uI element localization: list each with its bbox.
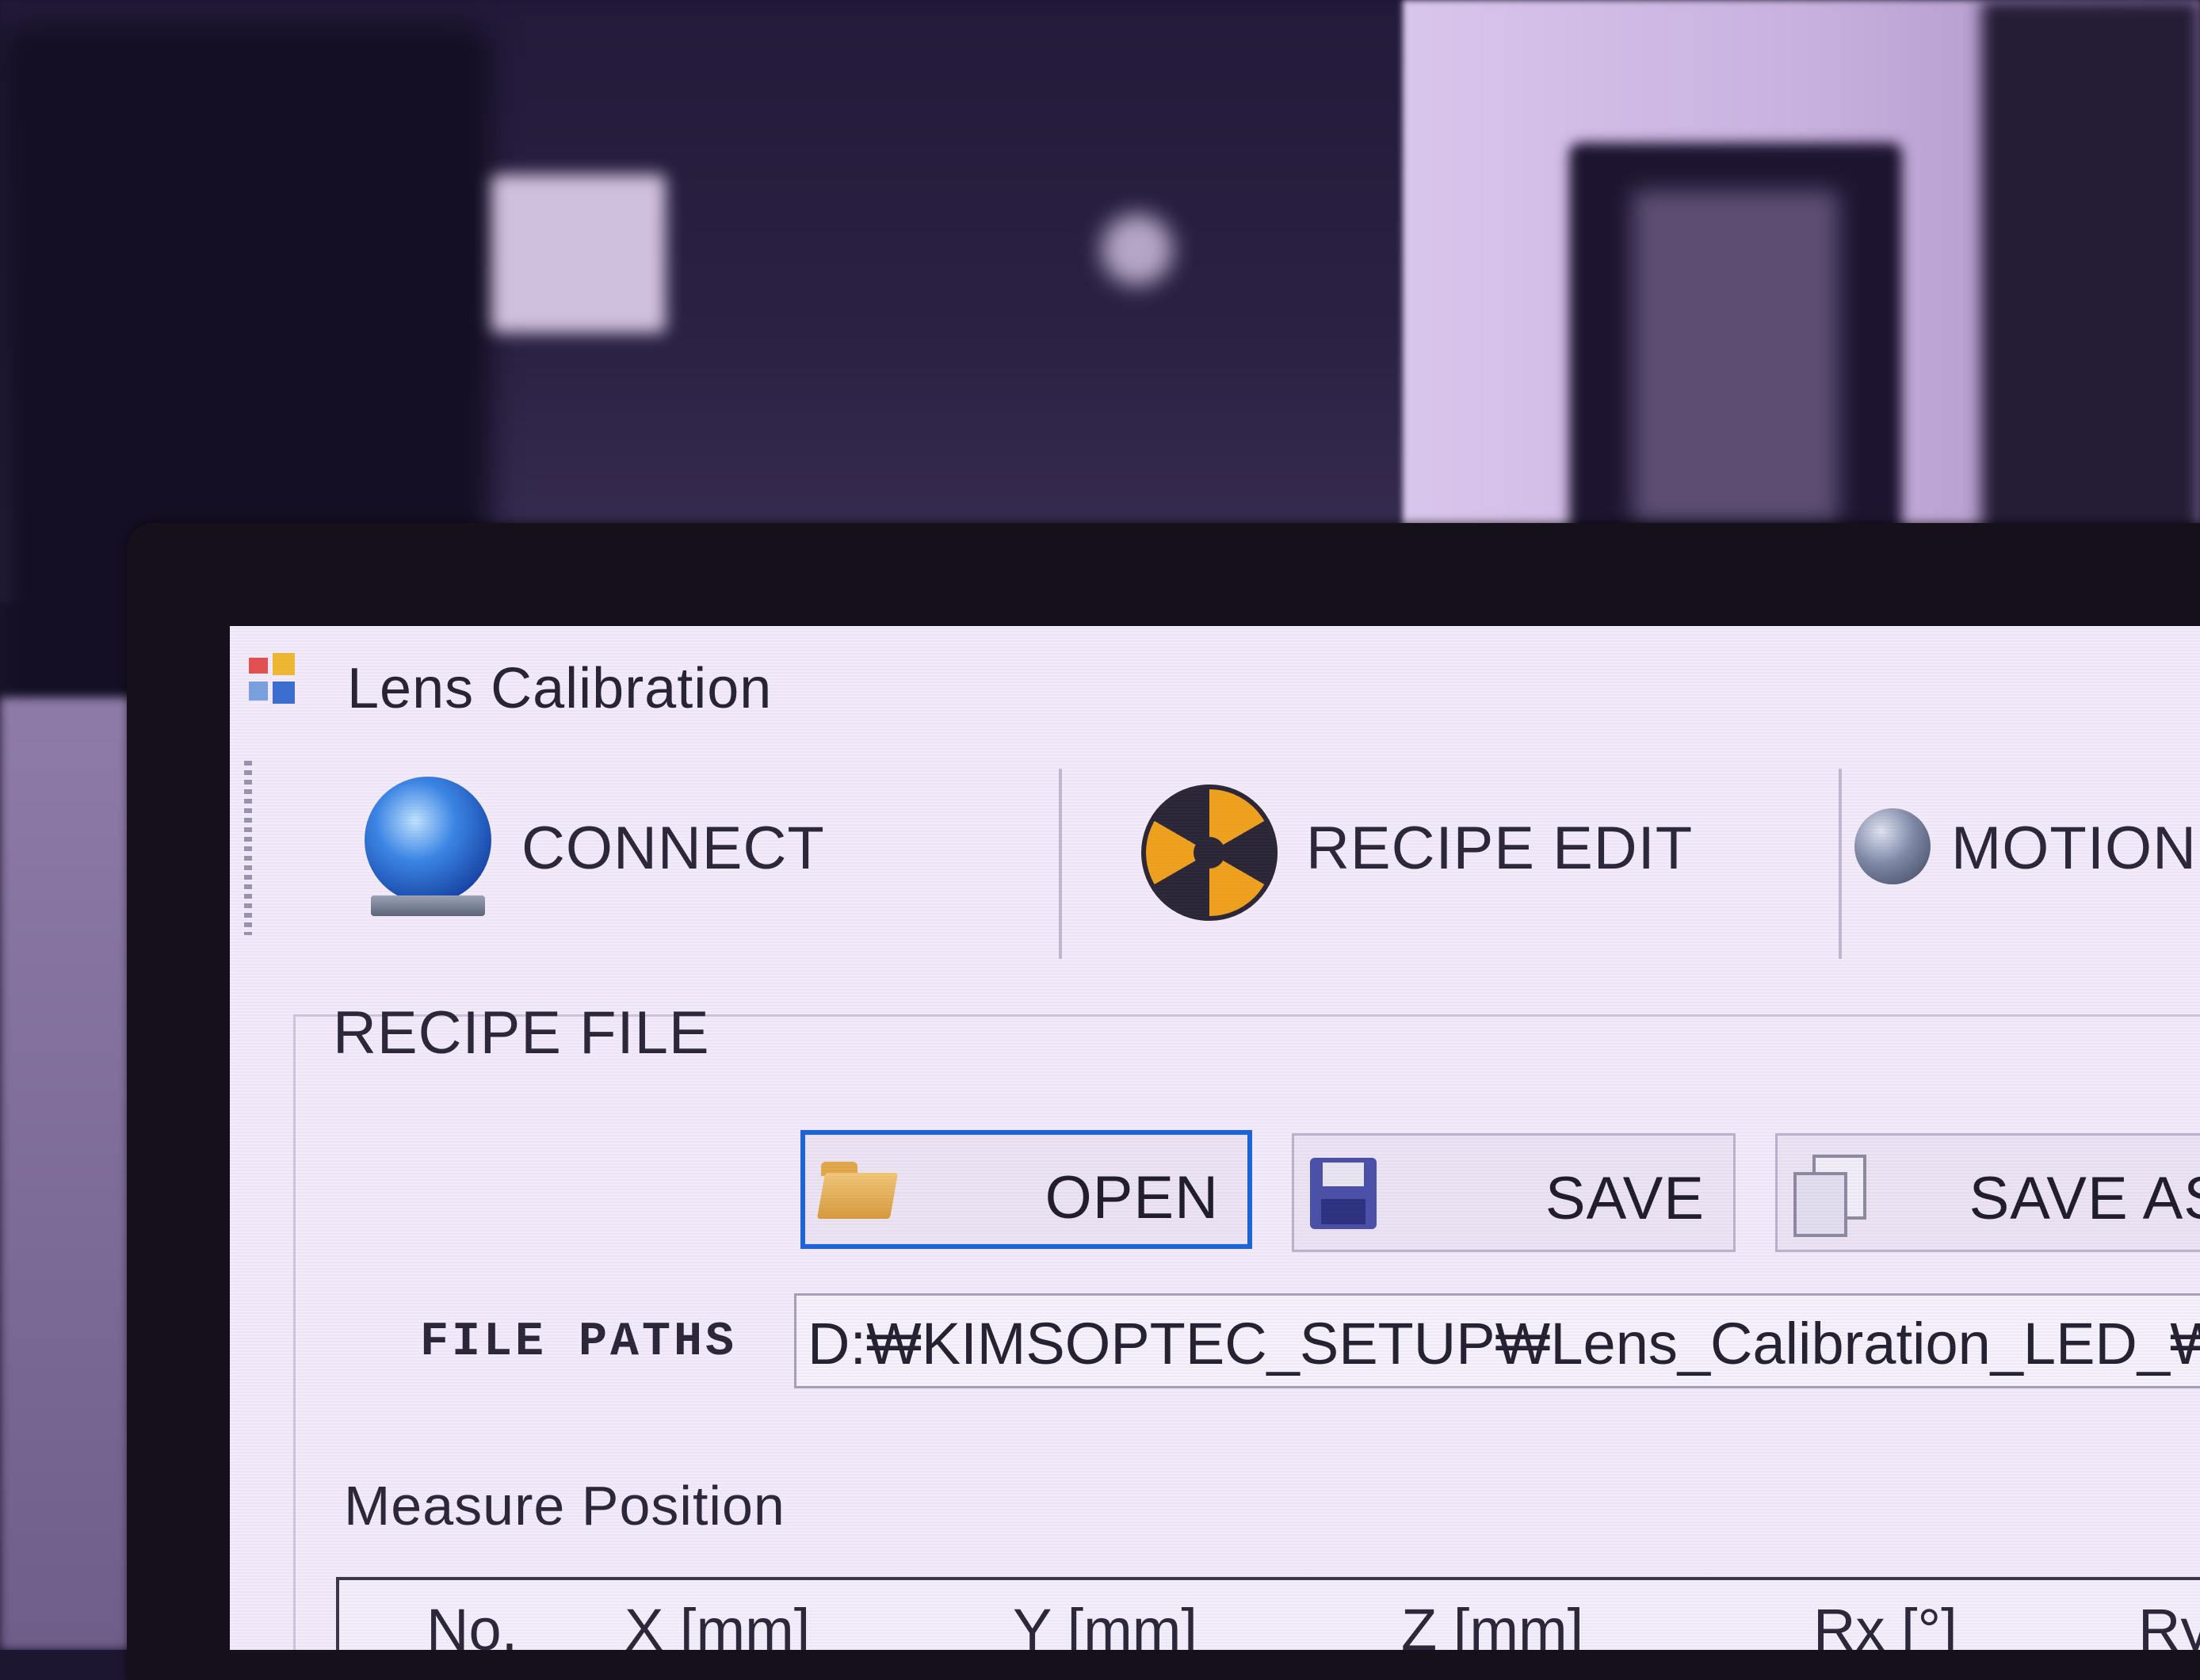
column-header-ry: Ry [2138, 1597, 2200, 1650]
motion-button[interactable]: MOTION [1854, 761, 2197, 935]
connect-button[interactable]: CONNECT [365, 761, 825, 935]
file-path-field[interactable]: D:₩KIMSOPTEC_SETUP₩Lens_Calibration_LED_… [794, 1293, 2200, 1388]
app-grid-icon [249, 653, 309, 710]
wall-outlet [491, 174, 666, 333]
column-header-rx: Rx [°] [1813, 1597, 1957, 1650]
toolbar-separator [1839, 769, 1842, 959]
open-label: OPEN [1045, 1164, 1219, 1231]
equipment-cabinet-window [1633, 190, 1839, 523]
column-header-z: Z [mm] [1401, 1597, 1584, 1650]
app-icon-yellow [273, 653, 295, 675]
toolbar-separator [1059, 769, 1062, 959]
globe-icon [365, 777, 491, 919]
window-title: Lens Calibration [347, 657, 773, 720]
app-icon-red [249, 658, 268, 674]
radiation-icon [1141, 777, 1278, 921]
column-header-x: X [mm] [624, 1597, 811, 1650]
save-as-label: SAVE AS [1969, 1165, 2200, 1232]
measure-position-table-header: No. X [mm] Y [mm] Z [mm] Rx [°] Ry [336, 1577, 2200, 1650]
recipe-edit-label: RECIPE EDIT [1306, 814, 1694, 882]
open-button[interactable]: OPEN [800, 1130, 1252, 1249]
recipe-edit-button[interactable]: RECIPE EDIT [1141, 761, 1693, 935]
equipment-rack [1981, 0, 2200, 571]
app-window: Lens Calibration CONNECT RECIPE EDIT MOT… [230, 626, 2200, 1650]
sphere-icon-ball [1854, 808, 1931, 884]
column-header-no: No. [426, 1597, 518, 1650]
wall-knob [1102, 214, 1173, 285]
copy-icon [1793, 1155, 1873, 1237]
recipe-file-group-label: RECIPE FILE [333, 999, 710, 1067]
file-paths-label: FILE PATHS [420, 1315, 738, 1369]
globe-icon-base [371, 895, 485, 916]
motion-label: MOTION [1951, 814, 2197, 882]
column-header-y: Y [mm] [1013, 1597, 1197, 1650]
app-icon-navy [273, 682, 295, 704]
floppy-disk-icon [1310, 1158, 1389, 1229]
save-label: SAVE [1545, 1165, 1705, 1232]
main-toolbar: CONNECT RECIPE EDIT MOTION [230, 745, 2200, 959]
folder-icon [821, 1162, 900, 1225]
connect-label: CONNECT [521, 814, 825, 882]
save-as-button[interactable]: SAVE AS [1775, 1133, 2200, 1252]
globe-icon-sphere [365, 777, 491, 903]
save-button[interactable]: SAVE [1292, 1133, 1736, 1252]
measure-position-group-label: Measure Position [344, 1475, 785, 1537]
app-icon-blue [249, 682, 268, 701]
sphere-icon [1854, 777, 1931, 919]
toolbar-grip[interactable] [244, 761, 252, 935]
title-bar: Lens Calibration [230, 626, 2200, 737]
radiation-icon-disc [1141, 785, 1278, 921]
